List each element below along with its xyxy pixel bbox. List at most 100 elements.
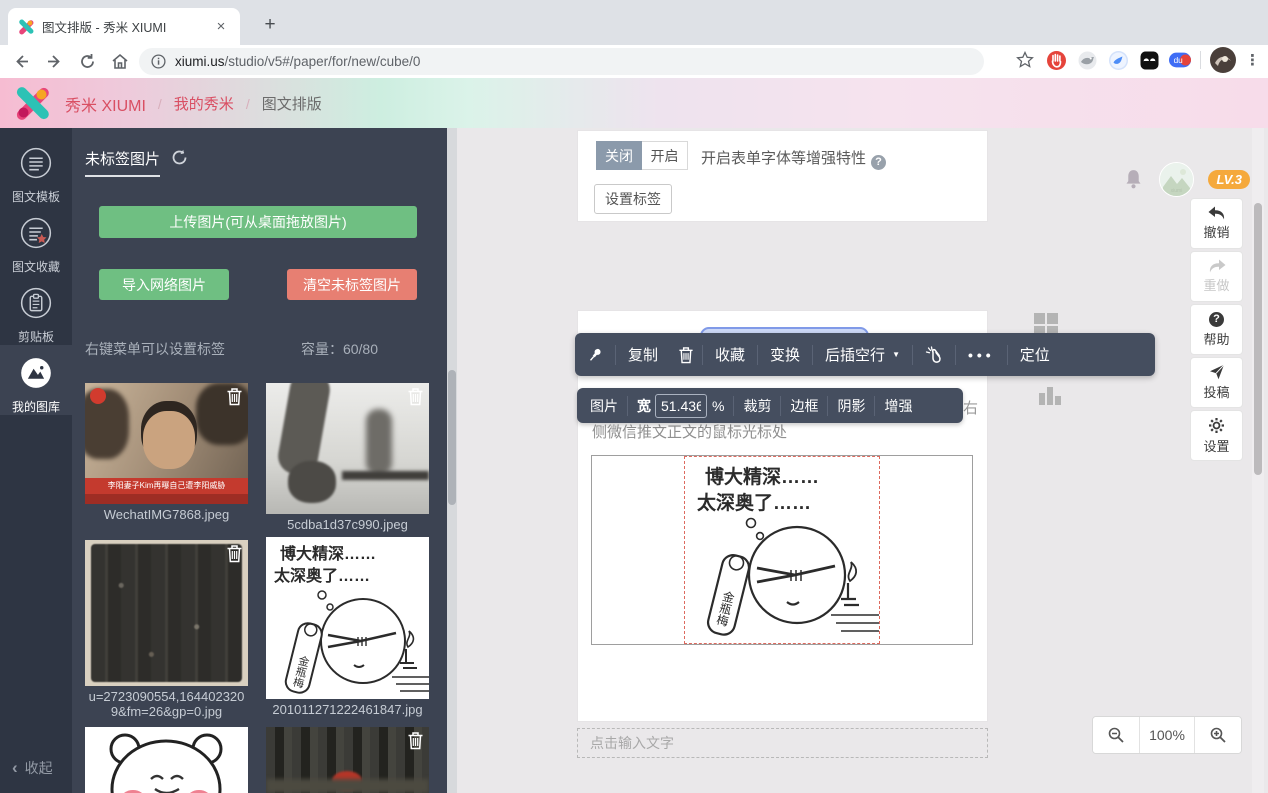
image-card[interactable]: 博大精深…… 太深奥了…… 金瓶梅 201011271222461847.jpg bbox=[266, 537, 429, 717]
crop-button[interactable]: 裁剪 bbox=[734, 396, 780, 416]
dark-extension-icon[interactable] bbox=[1138, 49, 1160, 71]
image-card[interactable]: 5cdba1d37c990.jpeg bbox=[266, 383, 429, 532]
sidebar-item-favorites[interactable]: 图文收藏 bbox=[0, 205, 72, 275]
sidebar-item-label: 我的图库 bbox=[12, 398, 60, 415]
insert-blank-line-button[interactable]: 后插空行▼ bbox=[813, 344, 912, 365]
zoom-out-button[interactable] bbox=[1093, 717, 1139, 753]
sidebar-item-templates[interactable]: 图文模板 bbox=[0, 135, 72, 205]
enhance-toggle[interactable]: 关闭 开启 bbox=[596, 141, 688, 170]
help-button[interactable]: ? 帮助 bbox=[1190, 304, 1243, 355]
adblock-extension-icon[interactable] bbox=[1045, 49, 1067, 71]
favorite-button[interactable]: 收藏 bbox=[703, 344, 757, 365]
gray-bird-extension-icon[interactable] bbox=[1076, 49, 1098, 71]
tab-title: 图文排版 - 秀米 XIUMI bbox=[42, 17, 212, 36]
image-card[interactable] bbox=[85, 727, 248, 793]
collapse-panel-button[interactable]: ‹ 收起 bbox=[12, 758, 53, 778]
image-filename: 201011271222461847.jpg bbox=[266, 702, 429, 717]
browser-menu-icon[interactable]: ⋮ bbox=[1245, 51, 1260, 69]
image-filename: WechatIMG7868.jpeg bbox=[85, 507, 248, 522]
paragraph-line2[interactable]: 侧微信推文正文的鼠标光标处 bbox=[592, 421, 787, 442]
image-card[interactable]: u=2723090554,1644023209&fm=26&gp=0.jpg bbox=[85, 540, 248, 719]
border-button[interactable]: 边框 bbox=[781, 396, 827, 416]
image-thumbnail[interactable] bbox=[85, 540, 248, 686]
clear-untagged-button[interactable]: 清空未标签图片 bbox=[287, 269, 417, 300]
delete-image-icon[interactable] bbox=[407, 731, 424, 750]
submit-button[interactable]: 投稿 bbox=[1190, 357, 1243, 408]
delete-icon[interactable] bbox=[670, 346, 702, 364]
width-input[interactable] bbox=[655, 394, 707, 418]
locate-button[interactable]: 定位 bbox=[1008, 344, 1062, 365]
chevron-down-icon: ▼ bbox=[892, 350, 900, 359]
browser-profile-avatar[interactable] bbox=[1210, 47, 1236, 73]
help-icon: ? bbox=[1209, 312, 1224, 327]
copy-button[interactable]: 复制 bbox=[616, 344, 670, 365]
blue-bird-extension-icon[interactable] bbox=[1107, 49, 1129, 71]
tab-close-icon[interactable]: × bbox=[212, 18, 230, 36]
delete-image-icon[interactable] bbox=[226, 387, 243, 406]
back-icon[interactable] bbox=[8, 49, 34, 75]
refresh-icon[interactable] bbox=[170, 148, 189, 167]
image-card[interactable]: 李阳妻子Kim再曝自己遭李阳威胁 WechatIMG7868.jpeg bbox=[85, 383, 248, 522]
image-card[interactable] bbox=[266, 727, 429, 793]
forward-icon[interactable] bbox=[41, 49, 67, 75]
import-web-images-button[interactable]: 导入网络图片 bbox=[99, 269, 229, 300]
bookmark-star-icon[interactable] bbox=[1014, 49, 1036, 71]
image-container[interactable]: 博大精深…… 太深奥了…… 金瓶梅 bbox=[591, 455, 973, 645]
selected-image[interactable]: 博大精深…… 太深奥了…… 金瓶梅 bbox=[684, 456, 880, 644]
bar-chart-icon[interactable] bbox=[1037, 383, 1063, 407]
brand-link[interactable]: 秀米 XIUMI bbox=[65, 92, 146, 116]
more-options-button[interactable]: ••• bbox=[956, 347, 1007, 363]
panel-scrollbar-thumb[interactable] bbox=[448, 370, 456, 505]
sidebar-item-label: 图文模板 bbox=[12, 188, 60, 205]
breadcrumb-my-xiumi[interactable]: 我的秀米 bbox=[174, 93, 234, 114]
sidebar-item-label: 剪贴板 bbox=[18, 328, 54, 345]
collapse-label: 收起 bbox=[25, 758, 53, 778]
set-tag-button[interactable]: 设置标签 bbox=[594, 184, 672, 214]
image-thumbnail[interactable]: 李阳妻子Kim再曝自己遭李阳威胁 bbox=[85, 383, 248, 504]
upload-images-button[interactable]: 上传图片(可从桌面拖放图片) bbox=[99, 206, 417, 238]
image-thumbnail[interactable] bbox=[266, 727, 429, 793]
url-bar[interactable]: xiumi.us/studio/v5#/paper/for/new/cube/0 bbox=[139, 48, 984, 75]
comic-thought-1: 博大精深…… bbox=[705, 465, 819, 488]
url-path: /studio/v5#/paper/for/new/cube/0 bbox=[225, 54, 421, 69]
delete-image-icon[interactable] bbox=[226, 544, 243, 563]
browser-tab[interactable]: 图文排版 - 秀米 XIUMI × bbox=[8, 8, 240, 45]
enhance-label: 开启表单字体等增强特性? bbox=[701, 147, 886, 170]
notification-bell-icon[interactable] bbox=[1122, 168, 1145, 191]
image-thumbnail[interactable]: 博大精深…… 太深奥了…… 金瓶梅 bbox=[266, 537, 429, 699]
app-root: 图文排版 - 秀米 XIUMI × + xiumi.us/studio/v5# bbox=[0, 0, 1268, 793]
toggle-off-button[interactable]: 关闭 bbox=[596, 141, 642, 170]
shadow-button[interactable]: 阴影 bbox=[828, 396, 874, 416]
sidebar-item-my-gallery[interactable]: 我的图库 bbox=[0, 345, 72, 415]
new-tab-button[interactable]: + bbox=[258, 13, 282, 37]
undo-button[interactable]: 撤销 bbox=[1190, 198, 1243, 249]
image-thumbnail[interactable] bbox=[85, 727, 248, 793]
text-input-placeholder[interactable]: 点击输入文字 bbox=[577, 728, 988, 758]
image-thumbnail[interactable] bbox=[266, 383, 429, 514]
sidebar-item-clipboard[interactable]: 剪贴板 bbox=[0, 275, 72, 345]
enhance-settings-section: 关闭 开启 开启表单字体等增强特性? 设置标签 bbox=[577, 130, 988, 222]
du-extension-icon[interactable]: du bbox=[1169, 49, 1191, 71]
enhance-button[interactable]: 增强 bbox=[875, 396, 921, 416]
xiumi-favicon-icon bbox=[18, 19, 34, 35]
redo-button[interactable]: 重做 bbox=[1190, 251, 1243, 302]
settings-button[interactable]: 设置 bbox=[1190, 410, 1243, 461]
addressbar-right: du ⋮ bbox=[1014, 47, 1260, 73]
delete-image-icon[interactable] bbox=[407, 387, 424, 406]
toggle-on-button[interactable]: 开启 bbox=[642, 141, 688, 170]
xiumi-logo[interactable] bbox=[14, 85, 51, 122]
help-circle-icon[interactable]: ? bbox=[871, 155, 886, 170]
right-click-hint: 右键菜单可以设置标签 bbox=[85, 339, 225, 359]
percent-unit: % bbox=[707, 398, 733, 414]
user-avatar[interactable]: xiumi bbox=[1159, 162, 1194, 197]
transform-button[interactable]: 变换 bbox=[758, 344, 812, 365]
home-icon[interactable] bbox=[107, 49, 133, 75]
zoom-in-button[interactable] bbox=[1195, 717, 1241, 753]
thumbnail-banner-text: 李阳妻子Kim再曝自己遭李阳威胁 bbox=[85, 478, 248, 494]
site-info-icon[interactable] bbox=[151, 54, 166, 69]
canvas-scrollbar-thumb[interactable] bbox=[1254, 203, 1262, 475]
one-click-apply-icon[interactable] bbox=[913, 346, 955, 364]
pin-icon[interactable] bbox=[575, 347, 615, 363]
reload-icon[interactable] bbox=[74, 49, 100, 75]
tab-untagged-images[interactable]: 未标签图片 bbox=[85, 148, 160, 177]
